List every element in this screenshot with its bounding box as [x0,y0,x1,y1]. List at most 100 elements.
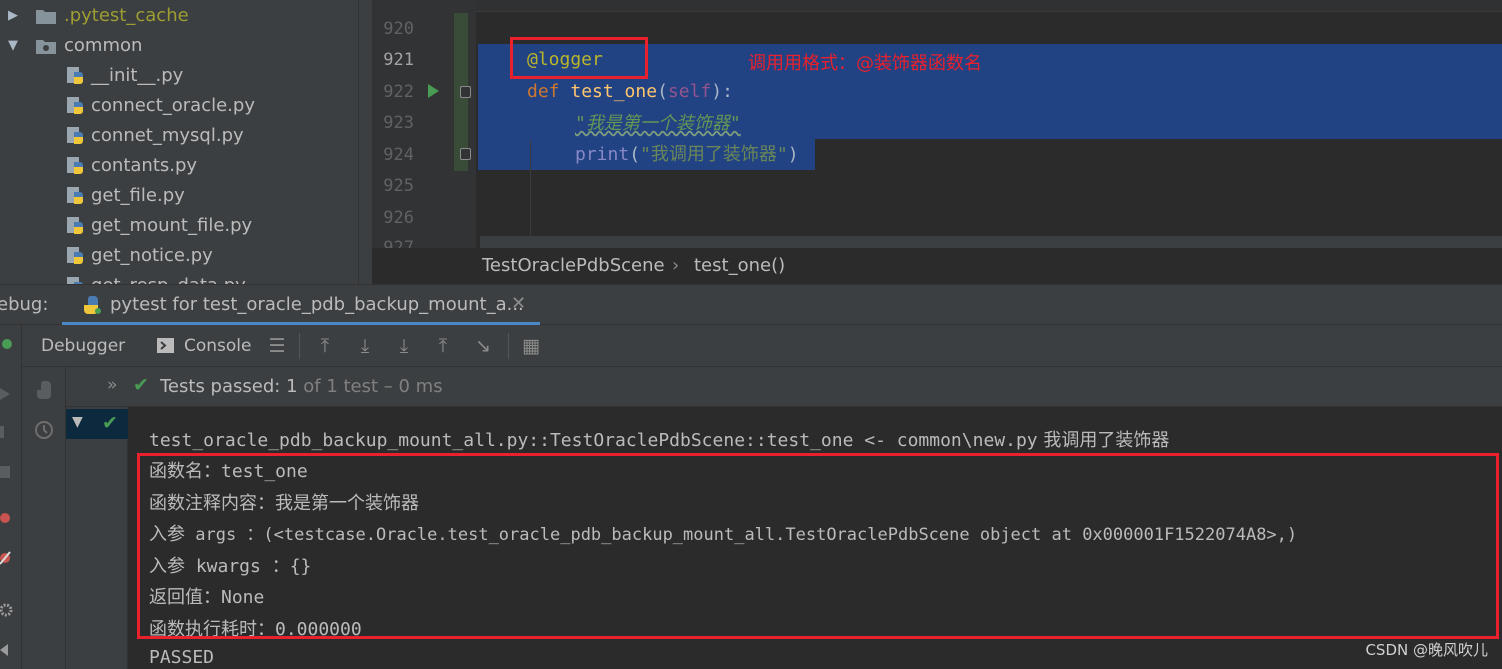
debug-panel-title: ebug: [0,294,49,315]
stop-icon[interactable] [0,465,14,479]
tree-item-label: connet_mysql.py [91,125,244,146]
tree-item-label: get_mount_file.py [91,215,253,236]
code-paren: ): [711,81,733,102]
python-file-icon [67,247,83,264]
folder-icon [36,10,56,24]
annotation-text: 调用用格式：@装饰器函数名 [748,53,982,74]
fold-icon[interactable] [460,148,471,160]
indent-guide [530,140,531,240]
tab-console[interactable]: Console [184,336,252,356]
debug-toolbar: Debugger Console ☰ ⤒ ⤓ ⤓ ⤒ ↘ ▦ [22,325,1502,367]
project-tree: ▶ .pytest_cache ▼ common __init__.py con… [0,0,372,284]
tree-item-file[interactable]: get_notice.py [0,241,358,271]
settings-icon[interactable] [0,603,14,617]
python-file-icon [67,97,83,114]
python-file-icon [67,187,83,204]
chevron-down-icon[interactable]: ▼ [72,414,83,430]
code-editor[interactable]: 920 921 922 923 924 925 926 927 @logger … [372,0,1502,248]
pin-icon[interactable] [0,643,14,657]
tree-item-label: .pytest_cache [64,5,189,26]
run-test-icon[interactable] [428,84,439,98]
code-paren: ( [657,81,668,102]
tab-debugger[interactable]: Debugger [41,336,125,356]
resume-icon[interactable] [0,387,14,401]
breadcrumb: TestOraclePdbScene › test_one() [372,248,1502,284]
mute-breakpoints-icon[interactable] [0,551,14,565]
expand-icon[interactable]: » [107,375,117,395]
tests-passed-suffix: of 1 test – 0 ms [303,376,443,397]
editor-scrollbar[interactable] [480,236,1502,248]
code-docstring[interactable]: "我是第一个装饰器" [575,108,741,139]
tree-item-file[interactable]: get_resp_data.py [0,271,358,284]
tree-item-common[interactable]: ▼ common [0,31,358,61]
breadcrumb-separator: › [672,255,680,276]
evaluate-expression-icon[interactable]: ▦ [519,334,543,358]
python-file-icon [67,277,83,284]
tree-item-label: contants.py [91,155,198,176]
breadcrumb-class[interactable]: TestOraclePdbScene [482,248,665,284]
toolbar-separator [299,333,300,359]
editor-gutter: 920 921 922 923 924 925 926 927 [372,0,476,248]
tree-item-file[interactable]: get_file.py [0,181,358,211]
python-file-icon [67,67,83,84]
console-print-output: 我调用了装饰器 [1043,430,1170,451]
history-icon[interactable] [33,419,55,441]
chevron-right-icon[interactable]: ▶ [8,1,22,31]
tests-passed-prefix: Tests passed: [160,376,281,397]
code-function-name: test_one [570,81,658,102]
tree-item-label: __init__.py [91,65,184,86]
tree-item-label: get_notice.py [91,245,213,266]
editor-top-strip [476,0,1502,12]
code-string: "我调用了装饰器" [640,144,788,165]
toolbar-separator [508,333,509,359]
console-output[interactable]: test_oracle_pdb_backup_mount_all.py::Tes… [128,407,1502,669]
breadcrumb-method[interactable]: test_one() [694,248,785,284]
tree-item-label: connect_oracle.py [91,95,255,116]
highlight-box [510,37,648,79]
watermark: CSDN @晚风吹儿 [1365,641,1488,659]
debug-session-tab[interactable]: pytest for test_oracle_pdb_backup_mount_… [62,285,540,325]
step-out-icon[interactable]: ⤒ [431,334,455,358]
console-line-header: test_oracle_pdb_backup_mount_all.py::Tes… [149,426,1169,452]
line-number: 923 [383,113,414,133]
tree-item-label: common [64,35,143,56]
line-number: 922 [383,82,414,102]
tree-item-pytest-cache[interactable]: ▶ .pytest_cache [0,1,358,31]
python-file-icon [67,217,83,234]
test-tree-row[interactable]: ▼ ✔ [66,409,128,439]
tree-item-file[interactable]: __init__.py [0,61,358,91]
menu-icon[interactable]: ☰ [265,334,289,358]
debug-side-toolbar [0,325,22,669]
code-print-line[interactable]: print("我调用了装饰器") [575,139,799,170]
tree-item-file[interactable]: contants.py [0,151,358,181]
line-number: 927 [383,238,414,248]
python-console-icon[interactable] [33,379,55,401]
package-folder-icon [36,40,56,54]
tree-scrollbar[interactable] [358,0,372,284]
tree-item-label: get_resp_data.py [91,271,246,284]
tree-item-file[interactable]: connet_mysql.py [0,121,358,151]
check-icon: ✔ [102,412,118,434]
console-test-path: test_oracle_pdb_backup_mount_all.py::Tes… [149,430,1038,451]
step-over-icon[interactable]: ⤓ [353,334,377,358]
line-number: 925 [383,176,414,196]
step-into-icon[interactable]: ⤓ [392,334,416,358]
run-to-cursor-icon[interactable]: ↘ [471,334,495,358]
chevron-down-icon[interactable]: ▼ [8,31,22,61]
code-def-line[interactable]: def test_one(self): [527,76,733,107]
show-execution-point-icon[interactable]: ⤒ [313,334,337,358]
view-breakpoints-icon[interactable] [0,511,14,525]
code-paren: ) [787,144,799,165]
python-file-icon [67,157,83,174]
bug-icon[interactable] [0,337,14,351]
tests-passed-count: 1 [286,376,298,397]
tree-item-file[interactable]: connect_oracle.py [0,91,358,121]
pause-icon[interactable] [0,425,14,439]
tree-item-file[interactable]: get_mount_file.py [0,211,358,241]
fold-icon[interactable] [460,86,471,98]
highlight-box [137,453,1499,639]
python-file-icon [67,127,83,144]
code-keyword: def [527,81,560,102]
line-number: 926 [383,208,414,228]
close-icon[interactable]: ✕ [511,293,526,314]
